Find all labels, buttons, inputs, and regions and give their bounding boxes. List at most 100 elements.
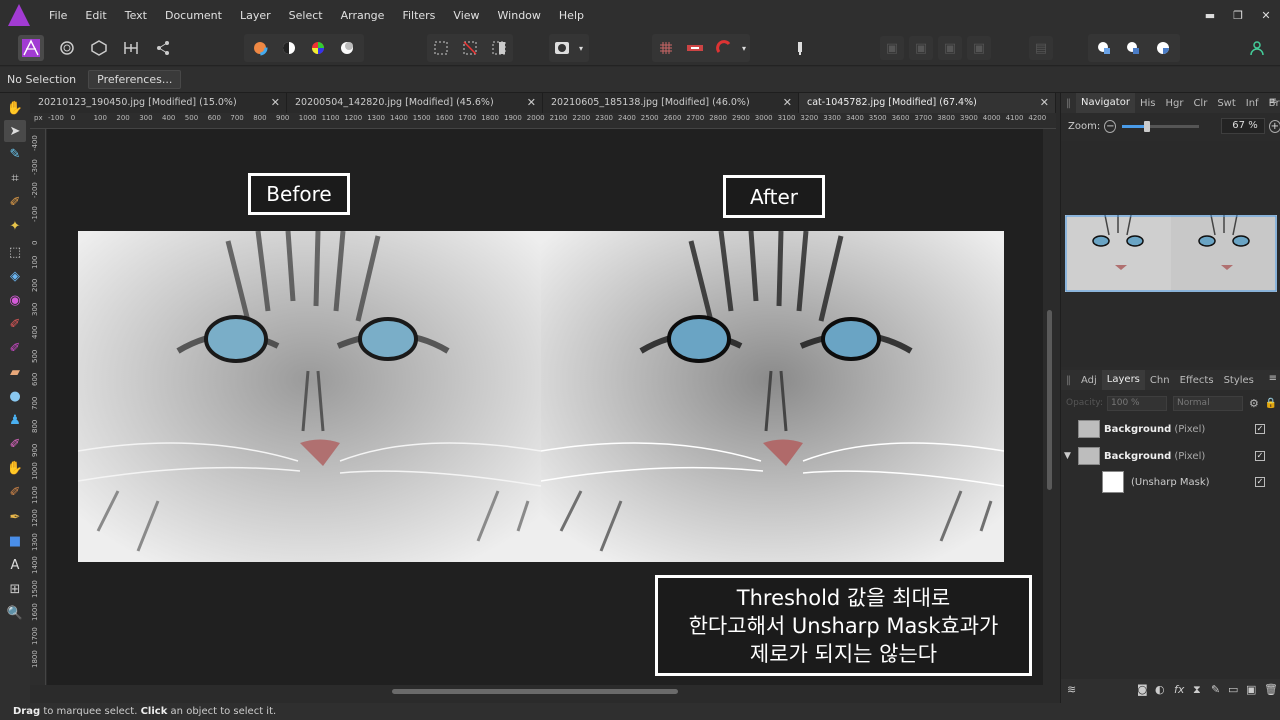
photo-persona-icon[interactable] <box>18 35 44 61</box>
tab-navigator[interactable]: Navigator <box>1076 93 1135 113</box>
hourglass-icon[interactable]: ⧗ <box>1193 683 1201 697</box>
pen-tool-icon[interactable]: ✒ <box>4 506 26 528</box>
invert-selection-icon[interactable] <box>487 36 511 60</box>
clone-brush-tool-icon[interactable]: ♟ <box>4 409 26 431</box>
layer-visibility-checkbox[interactable]: ✓ <box>1255 477 1265 487</box>
add-layer-icon[interactable]: ▣ <box>1246 683 1256 696</box>
preferences-button[interactable]: Preferences... <box>88 70 182 89</box>
artistic-text-tool-icon[interactable]: A <box>4 554 26 576</box>
close-icon[interactable]: ✕ <box>527 93 536 113</box>
select-all-icon[interactable] <box>429 36 453 60</box>
tab-history[interactable]: His <box>1135 98 1161 109</box>
panel-menu-icon[interactable]: ≡ <box>1269 373 1277 384</box>
mesh-tool-icon[interactable]: ⊞ <box>4 578 26 600</box>
layer-row-filter[interactable]: (Unsharp Mask) ✓ <box>1061 469 1266 495</box>
document-canvas[interactable]: Before After Threshold 값을 최대로 한다고해서 Unsh… <box>47 129 1043 685</box>
chevron-down-icon[interactable]: ▾ <box>737 36 751 60</box>
snapping-magnet-icon[interactable] <box>712 36 736 60</box>
minimize-icon[interactable]: ▬ <box>1196 9 1224 22</box>
menu-window[interactable]: Window <box>489 9 550 22</box>
recolor-icon[interactable] <box>335 36 359 60</box>
tab-effects[interactable]: Effects <box>1175 375 1219 386</box>
export-persona-icon[interactable] <box>151 36 175 60</box>
blend-mode-select[interactable]: Normal <box>1173 395 1243 411</box>
assistant-icon[interactable] <box>683 36 707 60</box>
tab-document-2[interactable]: 20200504_142820.jpg [Modified] (45.6%) ✕ <box>287 93 543 113</box>
zoom-tool-icon[interactable]: 🔍 <box>4 602 26 624</box>
menu-text[interactable]: Text <box>116 9 156 22</box>
erase-brush-tool-icon[interactable]: ▰ <box>4 361 26 383</box>
marquee-tool-icon[interactable]: ⬚ <box>4 241 26 263</box>
zoom-slider[interactable] <box>1122 120 1200 132</box>
menu-help[interactable]: Help <box>550 9 593 22</box>
tone-mapping-persona-icon[interactable] <box>119 36 143 60</box>
color-picker-tool-icon[interactable]: ✎ <box>4 143 26 165</box>
move-tool-icon[interactable]: ➤ <box>4 120 26 142</box>
flood-select-tool-icon[interactable]: ✦ <box>4 215 26 237</box>
view-tool-hand-icon[interactable]: ✋ <box>4 97 26 119</box>
flood-fill-tool-icon[interactable]: ◈ <box>4 265 26 287</box>
navigator-thumbnail[interactable] <box>1065 215 1277 292</box>
tab-color[interactable]: Clr <box>1188 98 1212 109</box>
blemish-removal-tool-icon[interactable]: ✐ <box>4 433 26 455</box>
layer-visibility-checkbox[interactable]: ✓ <box>1255 424 1265 434</box>
mask-layer-icon[interactable]: ◙ <box>1137 683 1148 696</box>
color-replacement-tool-icon[interactable]: ✐ <box>4 337 26 359</box>
layer-row[interactable]: Background (Pixel) ✓ <box>1061 416 1266 442</box>
levels-icon[interactable] <box>248 36 272 60</box>
white-balance-icon[interactable] <box>277 36 301 60</box>
menu-select[interactable]: Select <box>280 9 332 22</box>
menu-view[interactable]: View <box>444 9 488 22</box>
menu-edit[interactable]: Edit <box>76 9 115 22</box>
liquify-persona-icon[interactable] <box>55 36 79 60</box>
gear-icon[interactable]: ⚙ <box>1249 397 1259 410</box>
lock-icon[interactable]: 🔒 <box>1265 398 1277 409</box>
zoom-value-field[interactable]: 67 % <box>1221 118 1265 134</box>
add-shape-icon[interactable] <box>1092 36 1116 60</box>
tab-document-4-active[interactable]: cat-1045782.jpg [Modified] (67.4%) ✕ <box>799 93 1056 113</box>
quick-mask-icon[interactable] <box>550 36 574 60</box>
layers-stack-icon[interactable]: ≋ <box>1067 683 1076 696</box>
smudge-brush-tool-icon[interactable]: ✋ <box>4 457 26 479</box>
zoom-slider-knob[interactable] <box>1144 120 1151 132</box>
subtract-shape-icon[interactable] <box>1121 36 1145 60</box>
layer-visibility-checkbox[interactable]: ✓ <box>1255 451 1265 461</box>
hsl-icon[interactable] <box>306 36 330 60</box>
folder-icon[interactable]: ▭ <box>1228 683 1238 696</box>
menu-filters[interactable]: Filters <box>393 9 444 22</box>
intersect-shape-icon[interactable] <box>1151 36 1175 60</box>
tab-layers[interactable]: Layers <box>1101 370 1145 390</box>
tab-document-1[interactable]: 20210123_190450.jpg [Modified] (15.0%) ✕ <box>30 93 287 113</box>
chevron-down-icon[interactable]: ▾ <box>574 36 588 60</box>
tab-histogram[interactable]: Hgr <box>1160 98 1188 109</box>
opacity-field[interactable]: 100 % <box>1107 395 1167 411</box>
paint-brush-tool-icon[interactable]: ✐ <box>4 313 26 335</box>
restore-icon[interactable]: ❐ <box>1224 9 1252 22</box>
menu-file[interactable]: File <box>40 9 76 22</box>
panel-menu-icon[interactable]: ≡ <box>1269 96 1277 107</box>
deselect-icon[interactable] <box>458 36 482 60</box>
tab-swatches[interactable]: Swt <box>1212 98 1240 109</box>
grid-icon[interactable] <box>654 36 678 60</box>
crop-tool-icon[interactable]: ⌗ <box>4 167 26 189</box>
layer-row[interactable]: ▼ Background (Pixel) ✓ <box>1061 443 1266 469</box>
close-icon[interactable]: ✕ <box>1252 9 1280 22</box>
gradient-tool-icon[interactable]: ◉ <box>4 289 26 311</box>
selection-brush-tool-icon[interactable]: ✐ <box>4 191 26 213</box>
menu-document[interactable]: Document <box>156 9 231 22</box>
user-account-icon[interactable] <box>1245 36 1269 60</box>
develop-persona-icon[interactable] <box>87 36 111 60</box>
live-filter-fx-icon[interactable]: fx <box>1174 683 1184 696</box>
mesh-warp-tool-icon[interactable]: ✐ <box>4 481 26 503</box>
close-icon[interactable]: ✕ <box>271 93 280 113</box>
stroke-brush-icon[interactable] <box>788 36 812 60</box>
brush-icon[interactable]: ✎ <box>1211 683 1220 696</box>
tab-adjustment[interactable]: Adj <box>1076 375 1102 386</box>
horizontal-scrollbar-thumb[interactable] <box>392 689 678 694</box>
adjustment-icon[interactable]: ◐ <box>1155 683 1165 696</box>
tab-styles[interactable]: Styles <box>1219 375 1259 386</box>
tab-channels[interactable]: Chn <box>1145 375 1175 386</box>
dodge-brush-tool-icon[interactable]: ● <box>4 385 26 407</box>
trash-icon[interactable]: 🗑 <box>1264 683 1278 696</box>
tab-info[interactable]: Inf <box>1241 98 1264 109</box>
